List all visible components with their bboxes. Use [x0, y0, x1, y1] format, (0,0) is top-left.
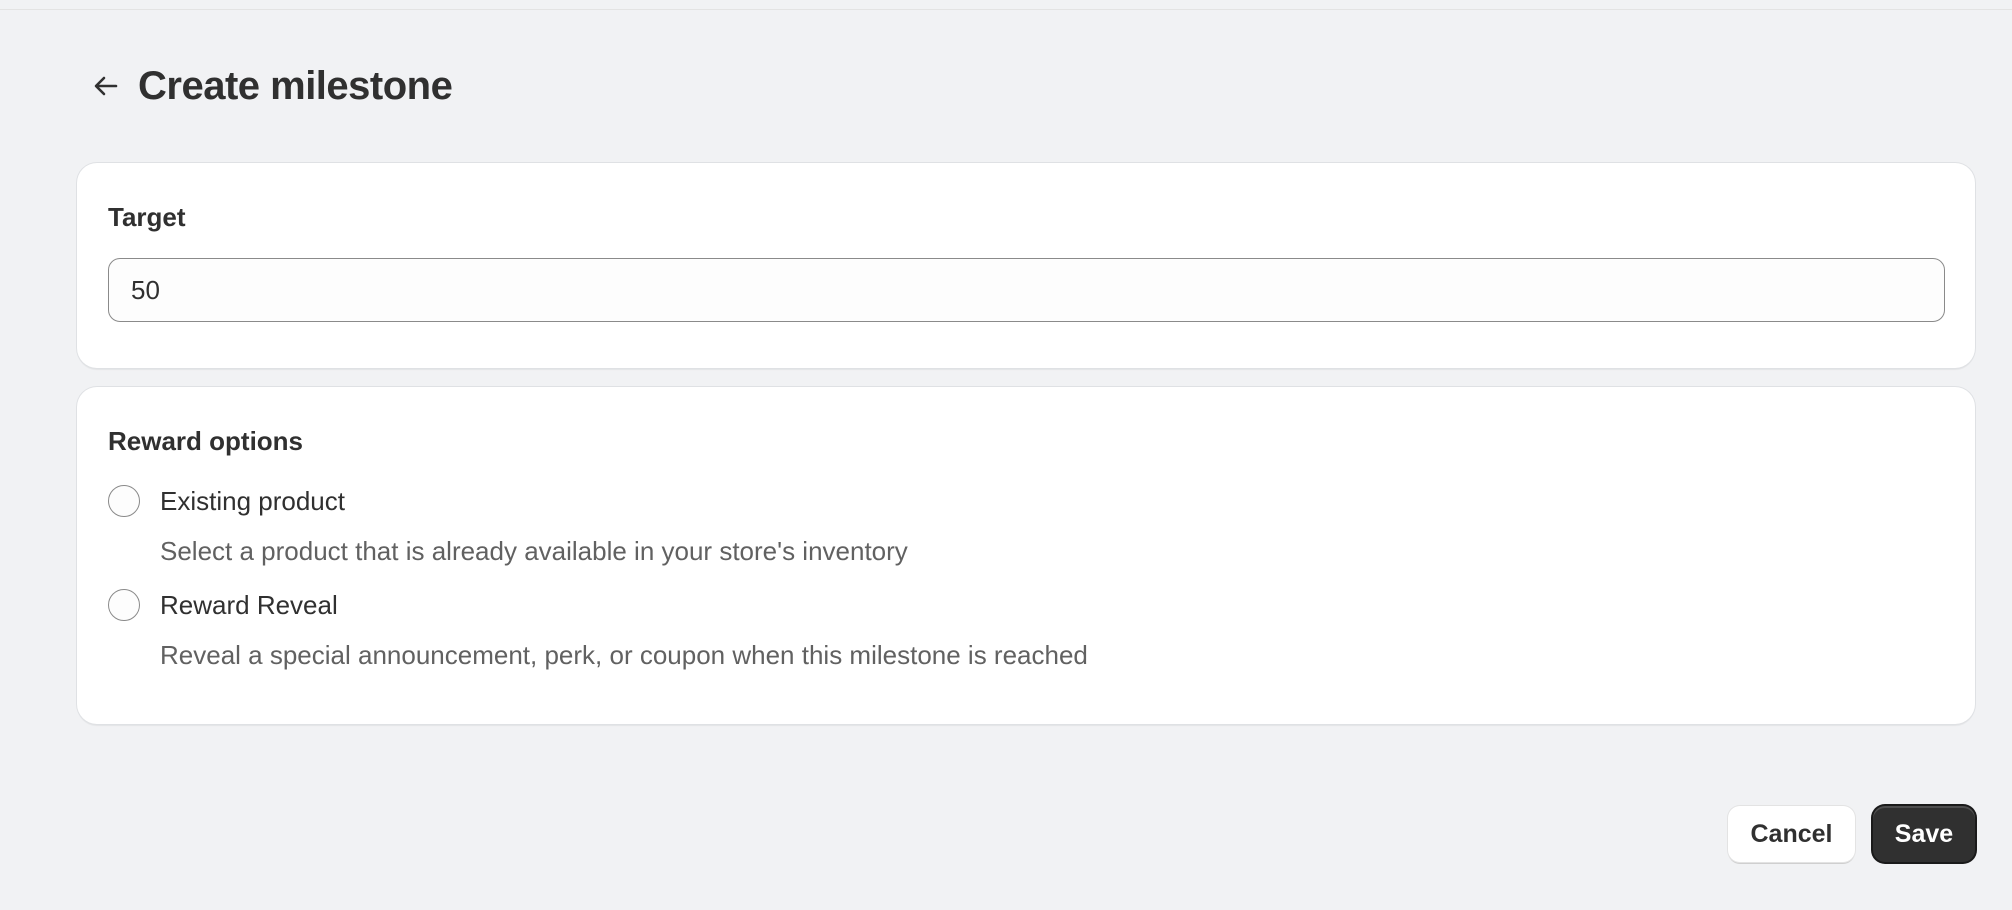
radio-label-existing-product: Existing product: [160, 485, 345, 516]
page-header: Create milestone: [86, 60, 453, 112]
radio-help-existing-product: Select a product that is already availab…: [160, 536, 908, 566]
reward-options-title: Reward options: [108, 426, 304, 456]
target-card: Target: [77, 163, 1975, 368]
radio-button-reward-reveal[interactable]: [108, 589, 140, 621]
target-input[interactable]: [108, 258, 1945, 322]
radio-label-reward-reveal: Reward Reveal: [160, 589, 338, 620]
radio-button-existing-product[interactable]: [108, 485, 140, 517]
radio-reward-reveal[interactable]: Reward Reveal: [108, 589, 338, 621]
cancel-button[interactable]: Cancel: [1728, 806, 1855, 862]
radio-existing-product[interactable]: Existing product: [108, 485, 345, 517]
back-button[interactable]: [86, 66, 126, 106]
page-title: Create milestone: [138, 63, 453, 108]
save-button[interactable]: Save: [1873, 806, 1975, 862]
arrow-left-icon: [94, 76, 118, 96]
target-card-title: Target: [108, 202, 186, 232]
radio-help-reward-reveal: Reveal a special announcement, perk, or …: [160, 640, 1088, 670]
top-bar-edge: [0, 0, 2012, 10]
